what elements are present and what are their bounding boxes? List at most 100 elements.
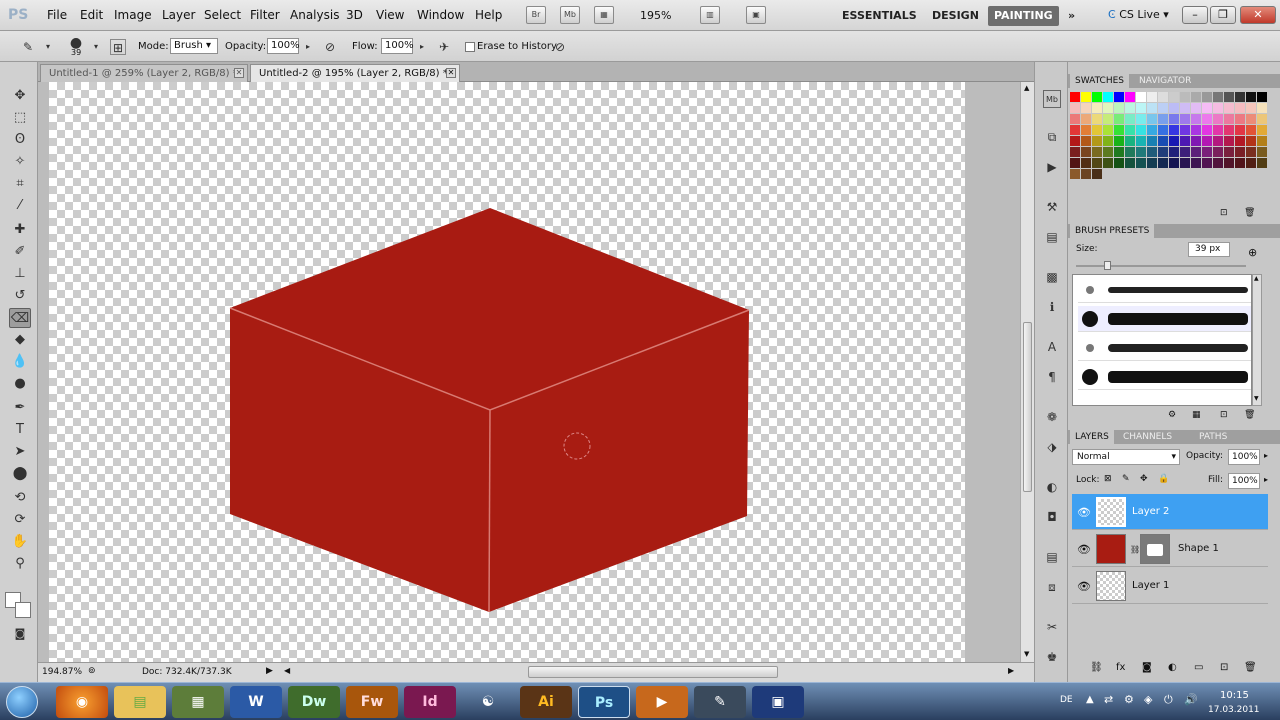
- language-indicator[interactable]: DE: [1060, 695, 1073, 705]
- color-swatch[interactable]: [1169, 125, 1179, 135]
- quick-select-tool-icon[interactable]: ✧: [9, 152, 31, 172]
- lock-position-icon[interactable]: ✥: [1140, 474, 1148, 484]
- color-swatch[interactable]: [1180, 136, 1190, 146]
- color-swatch[interactable]: [1103, 158, 1113, 168]
- color-swatch[interactable]: [1257, 136, 1267, 146]
- brush-preset-item[interactable]: [1078, 335, 1251, 361]
- brush-options-icon[interactable]: ⚙: [1168, 410, 1176, 420]
- color-swatch[interactable]: [1180, 103, 1190, 113]
- fill-slider-icon[interactable]: ▸: [1264, 475, 1268, 484]
- brush-panel-toggle-icon[interactable]: ⊞: [110, 39, 126, 55]
- color-swatch[interactable]: [1191, 158, 1201, 168]
- color-swatch[interactable]: [1158, 158, 1168, 168]
- color-swatch[interactable]: [1246, 92, 1256, 102]
- menu-filter[interactable]: Filter: [250, 8, 280, 22]
- flow-input[interactable]: 100%: [381, 38, 414, 54]
- color-swatch[interactable]: [1257, 92, 1267, 102]
- clone-stamp-tool-icon[interactable]: ⊥: [9, 264, 31, 284]
- tray-expand-icon[interactable]: ▲: [1086, 694, 1094, 705]
- color-swatch[interactable]: [1092, 92, 1102, 102]
- color-swatch[interactable]: [1070, 169, 1080, 179]
- color-swatch[interactable]: [1235, 125, 1245, 135]
- tray-icon[interactable]: ⚙: [1124, 693, 1134, 706]
- scroll-up-icon[interactable]: ▲: [1024, 84, 1029, 92]
- color-swatch[interactable]: [1092, 125, 1102, 135]
- minimize-button[interactable]: –: [1182, 6, 1208, 24]
- new-swatch-icon[interactable]: ⊡: [1220, 208, 1228, 218]
- color-swatch[interactable]: [1070, 114, 1080, 124]
- color-swatch[interactable]: [1136, 125, 1146, 135]
- color-swatch[interactable]: [1246, 125, 1256, 135]
- tool-presets-panel-icon[interactable]: ⚒: [1043, 198, 1061, 216]
- yin-yang-taskbar-icon[interactable]: ☯: [462, 686, 514, 718]
- color-swatch[interactable]: [1147, 125, 1157, 135]
- color-swatch[interactable]: [1213, 125, 1223, 135]
- brush-size-input[interactable]: 39 px: [1188, 242, 1230, 257]
- tab-layers[interactable]: LAYERS: [1070, 430, 1114, 444]
- layer-name[interactable]: Shape 1: [1178, 543, 1219, 554]
- workspace-painting[interactable]: PAINTING: [988, 6, 1059, 26]
- tray-icon[interactable]: ⏻: [1164, 693, 1173, 707]
- color-swatch[interactable]: [1191, 92, 1201, 102]
- color-swatch[interactable]: [1191, 125, 1201, 135]
- color-swatch[interactable]: [1169, 92, 1179, 102]
- layer-row-shape-1[interactable]: 👁 ⛓ Shape 1: [1072, 531, 1268, 567]
- color-swatch[interactable]: [1169, 147, 1179, 157]
- close-tab-icon[interactable]: ✕: [446, 68, 456, 78]
- scroll-down-icon[interactable]: ▼: [1024, 650, 1029, 658]
- eyedropper-tool-icon[interactable]: ⁄: [9, 196, 31, 216]
- color-swatch[interactable]: [1092, 136, 1102, 146]
- brush-size-slider[interactable]: [1076, 261, 1246, 270]
- more-workspaces-icon[interactable]: »: [1062, 6, 1081, 26]
- layer-row-layer-1[interactable]: 👁 Layer 1: [1072, 568, 1268, 604]
- color-swatch[interactable]: [1125, 136, 1135, 146]
- marquee-tool-icon[interactable]: ⬚: [9, 108, 31, 128]
- preset-dropdown-icon[interactable]: ▾: [40, 39, 56, 55]
- color-swatch[interactable]: [1257, 103, 1267, 113]
- color-swatch[interactable]: [1147, 158, 1157, 168]
- type-tool-icon[interactable]: T: [9, 420, 31, 440]
- lock-transparency-icon[interactable]: ⊠: [1104, 474, 1112, 484]
- clock-date[interactable]: 17.03.2011: [1208, 705, 1260, 715]
- delete-brush-icon[interactable]: 🗑: [1244, 410, 1255, 420]
- canvas-area[interactable]: [38, 82, 1020, 662]
- brush-tool-icon[interactable]: ✐: [9, 242, 31, 262]
- document-canvas[interactable]: [49, 82, 965, 662]
- menu-view[interactable]: View: [376, 8, 404, 22]
- workspace-design[interactable]: DESIGN: [926, 6, 985, 26]
- brush-preset-list[interactable]: [1072, 274, 1252, 406]
- color-swatch[interactable]: [1147, 114, 1157, 124]
- brush-preset-item[interactable]: [1078, 306, 1251, 332]
- delete-layer-icon[interactable]: 🗑: [1244, 662, 1257, 673]
- word-taskbar-icon[interactable]: W: [230, 686, 282, 718]
- color-swatch[interactable]: [1125, 125, 1135, 135]
- adjustment-layer-icon[interactable]: ◐: [1168, 662, 1177, 673]
- menu-image[interactable]: Image: [114, 8, 152, 22]
- visibility-eye-icon[interactable]: 👁: [1077, 543, 1091, 556]
- color-swatch[interactable]: [1103, 103, 1113, 113]
- menu-help[interactable]: Help: [475, 8, 502, 22]
- start-button[interactable]: [6, 686, 38, 718]
- color-swatch[interactable]: [1125, 147, 1135, 157]
- color-swatch[interactable]: [1169, 114, 1179, 124]
- healing-brush-tool-icon[interactable]: ✚: [9, 220, 31, 240]
- tab-paths[interactable]: PATHS: [1194, 430, 1232, 444]
- color-swatch[interactable]: [1081, 136, 1091, 146]
- color-swatch[interactable]: [1257, 158, 1267, 168]
- color-swatch[interactable]: [1114, 158, 1124, 168]
- color-swatch[interactable]: [1158, 103, 1168, 113]
- color-swatch[interactable]: [1158, 147, 1168, 157]
- color-swatch[interactable]: [1081, 169, 1091, 179]
- arrange-documents-icon[interactable]: ▥: [700, 6, 720, 24]
- layer-style-icon[interactable]: fx: [1116, 662, 1125, 673]
- menu-file[interactable]: File: [47, 8, 67, 22]
- background-color-swatch[interactable]: [15, 602, 31, 618]
- dreamweaver-taskbar-icon[interactable]: Dw: [288, 686, 340, 718]
- scroll-up-icon[interactable]: ▲: [1254, 275, 1259, 282]
- color-swatch[interactable]: [1147, 103, 1157, 113]
- media-taskbar-icon[interactable]: ▶: [636, 686, 688, 718]
- color-swatch[interactable]: [1202, 103, 1212, 113]
- clock-time[interactable]: 10:15: [1220, 690, 1249, 701]
- image-panel-icon[interactable]: ▩: [1043, 268, 1061, 286]
- color-swatch[interactable]: [1070, 103, 1080, 113]
